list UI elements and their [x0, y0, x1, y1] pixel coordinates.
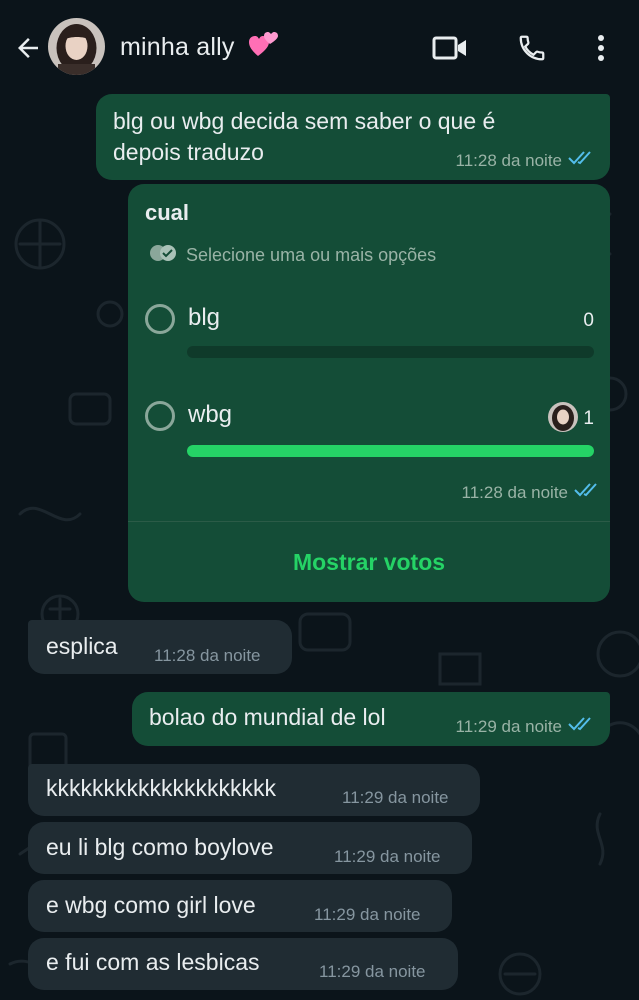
message-time: 11:28 da noite — [455, 150, 563, 170]
message-meta: 11:29 da noite — [456, 716, 597, 737]
poll-option-wbg-label[interactable]: wbg — [188, 401, 232, 429]
poll-question: cual — [145, 200, 190, 225]
message-bubble-incoming[interactable]: kkkkkkkkkkkkkkkkkkkk 11:29 da noite — [28, 764, 480, 816]
poll-meta: 11:28 da noite — [462, 482, 603, 503]
poll-option-blg-label[interactable]: blg — [188, 304, 220, 332]
read-ticks-icon — [574, 482, 602, 503]
message-text: eu li blg como boylove — [46, 834, 274, 860]
poll-option-wbg-radio[interactable] — [145, 401, 175, 431]
chat-screen: minha ally blg ou wbg decida sem saber o… — [0, 0, 639, 1000]
poll-option-blg-radio[interactable] — [145, 304, 175, 334]
voice-call-icon[interactable] — [512, 28, 552, 68]
message-text-line-2: depois traduzo — [113, 139, 264, 165]
message-time: 11:29 da noite — [319, 962, 426, 981]
message-meta: 11:28 da noite — [456, 150, 597, 171]
message-bubble-incoming[interactable]: e wbg como girl love 11:29 da noite — [28, 880, 452, 932]
contact-avatar[interactable] — [48, 18, 105, 75]
poll-option-blg-votes: 0 — [583, 310, 594, 331]
message-bubble-outgoing[interactable]: bolao do mundial de lol 11:29 da noite — [132, 692, 610, 746]
two-hearts-icon — [248, 30, 280, 65]
double-check-icon — [148, 244, 178, 267]
message-time: 11:29 da noite — [455, 716, 563, 736]
poll-option-wbg-votes: 1 — [583, 408, 594, 429]
view-votes-button[interactable]: Mostrar votos — [128, 549, 610, 576]
poll-time: 11:28 da noite — [461, 482, 569, 502]
back-arrow-icon[interactable] — [8, 28, 48, 68]
message-time: 11:29 da noite — [314, 905, 421, 924]
poll-option-wbg-bar — [187, 445, 594, 457]
message-text: bolao do mundial de lol — [149, 704, 386, 730]
message-time: 11:29 da noite — [342, 788, 449, 807]
message-text-line-1: blg ou wbg decida sem saber o que é — [113, 108, 496, 134]
poll-option-blg-bar — [187, 346, 594, 358]
poll-hint-text: Selecione uma ou mais opções — [186, 245, 437, 265]
message-bubble-outgoing[interactable]: blg ou wbg decida sem saber o que é depo… — [96, 94, 610, 180]
poll-hint: Selecione uma ou mais opções — [148, 244, 436, 267]
contact-name-text: minha ally — [120, 33, 235, 61]
message-time: 11:28 da noite — [154, 646, 261, 665]
voter-avatar — [548, 402, 578, 432]
poll-divider — [128, 521, 610, 522]
poll-option-wbg-fill — [187, 445, 594, 457]
message-text: e fui com as lesbicas — [46, 949, 260, 975]
contact-name[interactable]: minha ally — [120, 30, 280, 65]
chat-header: minha ally — [0, 0, 639, 94]
message-text: kkkkkkkkkkkkkkkkkkkk — [46, 775, 276, 801]
video-call-icon[interactable] — [430, 28, 470, 68]
read-ticks-icon — [568, 716, 596, 737]
message-text: e wbg como girl love — [46, 892, 256, 918]
message-bubble-incoming[interactable]: e fui com as lesbicas 11:29 da noite — [28, 938, 458, 990]
message-time: 11:29 da noite — [334, 847, 441, 866]
read-ticks-icon — [568, 150, 596, 171]
message-text: esplica — [46, 633, 118, 659]
more-options-icon[interactable] — [581, 28, 621, 68]
message-bubble-incoming[interactable]: esplica 11:28 da noite — [28, 620, 292, 674]
message-bubble-incoming[interactable]: eu li blg como boylove 11:29 da noite — [28, 822, 472, 874]
poll-bubble: cual Selecione uma ou mais opções blg 0 … — [128, 184, 610, 602]
